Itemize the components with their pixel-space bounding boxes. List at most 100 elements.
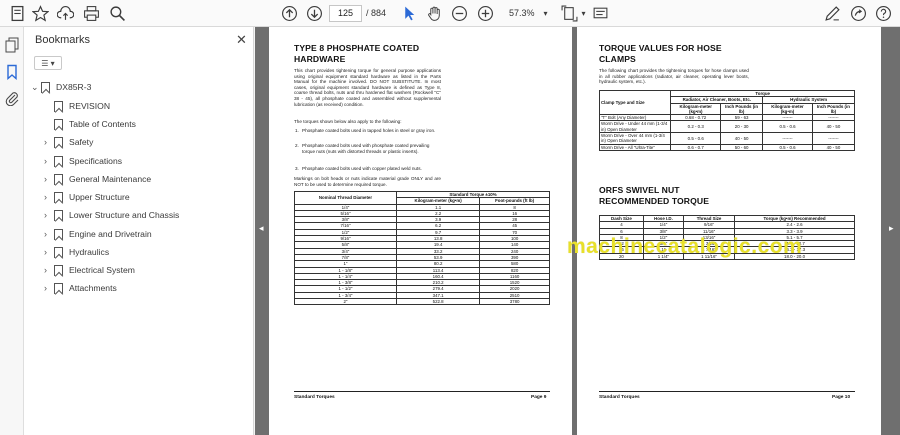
page-thumbnail-icon[interactable] <box>8 4 27 23</box>
search-icon[interactable] <box>108 4 127 23</box>
print-icon[interactable] <box>82 4 101 23</box>
list-item: 1. Phosphate coated bolts used in tapped … <box>295 128 436 133</box>
chevron-right-icon[interactable]: › <box>44 229 54 239</box>
bookmark-item-upper-structure[interactable]: › Upper Structure <box>44 189 130 205</box>
chevron-down-icon[interactable]: ▾ <box>536 4 555 23</box>
zoom-out-icon[interactable] <box>450 4 469 23</box>
table-cell: ------- <box>811 132 856 145</box>
bookmark-label: Attachments <box>69 283 117 293</box>
table-header: Radiator, Air Cleaner, Boots, Etc. <box>670 96 764 104</box>
cloud-upload-icon[interactable] <box>56 4 75 23</box>
bookmark-item-hydraulics[interactable]: › Hydraulics <box>44 244 109 260</box>
table-header: Kilogram-meter (kg•m) <box>670 102 722 116</box>
star-icon[interactable] <box>31 4 50 23</box>
bookmark-item-electrical-system[interactable]: › Electrical System <box>44 262 135 278</box>
bolt-torque-table: Nominal Thread Diameter Standard Torque … <box>294 190 550 306</box>
bookmark-item-attachments[interactable]: › Attachments <box>44 280 117 296</box>
bookmark-item-revision[interactable]: REVISION <box>44 98 110 114</box>
page-heading: CLAMPS <box>599 54 636 64</box>
pdf-page-9: TYPE 8 PHOSPHATE COATED HARDWARE This ch… <box>269 27 572 435</box>
bookmark-icon <box>54 100 63 112</box>
bookmark-icon <box>54 246 63 258</box>
watermark: machinecatalogic.com <box>567 235 803 258</box>
bookmark-label: Electrical System <box>69 265 135 275</box>
chevron-right-icon[interactable]: › <box>44 137 54 147</box>
chevron-right-icon[interactable]: › <box>44 247 54 257</box>
page-heading: TYPE 8 PHOSPHATE COATED <box>294 43 420 53</box>
document-viewport[interactable]: ◂ ▸ TYPE 8 PHOSPHATE COATED HARDWARE Thi… <box>255 27 900 435</box>
hand-tool-icon[interactable] <box>425 4 444 23</box>
attachment-panel-icon[interactable] <box>4 90 20 107</box>
close-icon[interactable]: ✕ <box>236 32 247 48</box>
bookmark-icon <box>54 173 63 185</box>
top-toolbar: 125 / 884 57.3% ▾ ▾ <box>0 0 900 27</box>
page-down-icon[interactable] <box>305 4 324 23</box>
bookmarks-panel: Bookmarks ✕ ☰ ▾ ⌄ DX85R-3 REVISION Table… <box>24 27 254 435</box>
bookmark-label: Hydraulics <box>69 247 110 257</box>
page-up-icon[interactable] <box>280 4 299 23</box>
bookmark-item-engine-drivetrain[interactable]: › Engine and Drivetrain <box>44 226 152 242</box>
table-cell: 0.5 - 0.6 <box>762 143 813 151</box>
hose-clamp-table: Clamp Type and Size Torque Radiator, Air… <box>598 89 856 151</box>
table-cell: 20 - 30 <box>720 120 764 134</box>
table-cell: 40 - 50 <box>720 132 764 145</box>
page-heading: ORFS SWIVEL NUT <box>599 185 680 195</box>
page-footer-number: Page 10 <box>832 395 851 400</box>
table-cell: 0.6 - 0.7 <box>670 143 722 151</box>
collapse-left-icon[interactable]: ◂ <box>259 223 264 234</box>
bookmark-root[interactable]: ⌄ DX85R-3 <box>31 79 91 95</box>
table-cell: Worm Drive - All "Ultra-Tite" <box>598 143 672 151</box>
zoom-in-icon[interactable] <box>476 4 495 23</box>
sign-pen-icon[interactable] <box>823 4 842 23</box>
bookmark-options-button[interactable]: ☰ ▾ <box>34 56 62 70</box>
intro-paragraph: The following chart provides the tighten… <box>599 68 749 85</box>
table-cell: ------- <box>762 132 813 145</box>
bookmark-label: Safety <box>69 137 94 147</box>
bookmark-icon <box>54 209 63 221</box>
page-number-input[interactable]: 125 <box>329 5 362 22</box>
table-cell: 0.5 - 0.6 <box>670 132 722 145</box>
table-cell: 0.2 - 0.3 <box>670 120 722 134</box>
bookmark-icon <box>54 282 63 294</box>
bookmark-label: General Maintenance <box>69 174 152 184</box>
bookmark-item-general-maintenance[interactable]: › General Maintenance <box>44 171 151 187</box>
bookmark-icon <box>54 228 63 240</box>
table-header: Nominal Thread Diameter <box>294 191 397 205</box>
chevron-right-icon[interactable]: › <box>44 265 54 275</box>
table-header: Clamp Type and Size <box>598 89 672 116</box>
chevron-right-icon[interactable]: › <box>44 210 54 220</box>
collapse-right-icon[interactable]: ▸ <box>889 223 894 234</box>
bookmark-label: Engine and Drivetrain <box>69 229 152 239</box>
bookmark-label: Lower Structure and Chassis <box>69 210 180 220</box>
bookmark-icon <box>54 136 63 148</box>
select-cursor-icon[interactable] <box>400 4 419 23</box>
table-cell: 522.8 <box>395 298 481 306</box>
table-row: Worm Drive - Under 44 mm (1-3/4 in) Open… <box>598 120 856 134</box>
chevron-right-icon[interactable]: › <box>44 156 54 166</box>
chevron-right-icon[interactable]: › <box>44 192 54 202</box>
share-icon[interactable] <box>849 4 868 23</box>
applies-text: The torques shown below also apply to th… <box>294 119 402 124</box>
table-header: Inch Pounds (in lb) <box>811 102 856 116</box>
bookmark-label: Specifications <box>69 156 123 166</box>
bookmark-item-lower-structure[interactable]: › Lower Structure and Chassis <box>44 207 179 223</box>
chevron-down-icon[interactable]: ⌄ <box>31 82 41 93</box>
page-footer-title: Standard Torques <box>294 395 335 400</box>
left-nav-rail <box>0 27 24 435</box>
bookmark-icon <box>41 81 50 93</box>
bookmark-item-table-of-contents[interactable]: Table of Contents <box>44 116 136 132</box>
bookmark-icon <box>54 155 63 167</box>
bookmark-item-safety[interactable]: › Safety <box>44 134 93 150</box>
bookmark-item-specifications[interactable]: › Specifications <box>44 153 122 169</box>
chevron-right-icon[interactable]: › <box>44 283 54 293</box>
markings-note: Markings on bolt heads or nuts indicate … <box>294 176 441 187</box>
help-icon[interactable] <box>874 4 893 23</box>
bookmark-icon <box>54 264 63 276</box>
pages-panel-icon[interactable] <box>4 37 20 53</box>
bookmark-label: DX85R-3 <box>56 82 92 92</box>
chevron-right-icon[interactable]: › <box>44 174 54 184</box>
page-total: / 884 <box>366 8 387 18</box>
bookmark-panel-icon[interactable] <box>4 64 20 81</box>
intro-paragraph: This chart provides tightening torque fo… <box>294 68 441 107</box>
comment-tool-icon[interactable] <box>591 4 610 23</box>
